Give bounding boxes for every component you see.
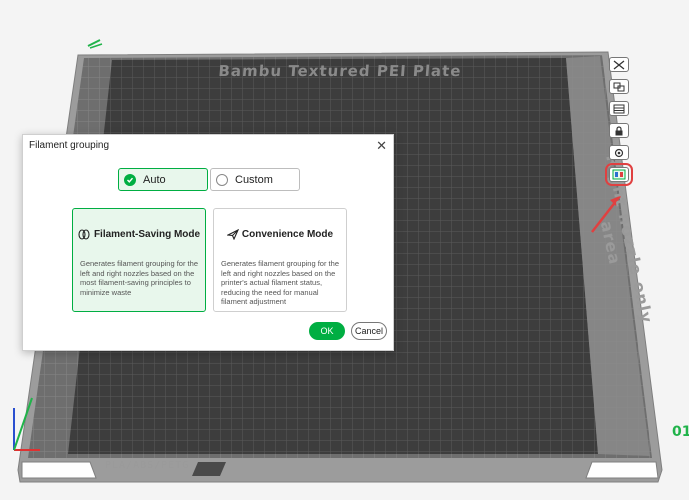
filament-grouping-dialog: Filament grouping ✕ Auto Custom Filament… [22,134,394,351]
lock-icon [615,125,623,135]
plate-toolbar [605,57,633,189]
ok-button[interactable]: OK [309,322,345,340]
filament-spool-icon [78,229,90,240]
auto-option-label: Auto [143,173,166,186]
radio-checked-icon [124,173,136,186]
gear-icon [614,148,624,157]
plate-material-label: PLA/ABS/PETG [105,460,190,471]
filament-saving-mode-header: Filament-Saving Mode [73,229,205,240]
convenience-mode-header: Convenience Mode [214,229,346,240]
convenience-mode-description: Generates filament grouping for the left… [221,259,339,306]
custom-option[interactable]: Custom [210,168,300,191]
auto-option[interactable]: Auto [118,168,208,191]
close-x-icon [613,59,625,70]
dialog-title: Filament grouping [29,140,110,151]
plate-title: Bambu Textured PEI Plate [217,62,463,80]
filament-saving-mode-title: Filament-Saving Mode [93,229,201,240]
paper-plane-icon [226,229,239,240]
plate-settings-button[interactable] [609,101,629,116]
convenience-mode-title: Convenience Mode [241,229,334,240]
3d-viewport[interactable]: Bambu Textured PEI Plate Right nozzle on… [0,0,689,500]
plate-gear-button[interactable] [609,145,629,160]
cancel-button[interactable]: Cancel [351,322,387,340]
close-plate-button[interactable] [609,57,629,72]
filament-grouping-icon [612,169,626,180]
filament-saving-mode-description: Generates filament grouping for the left… [80,259,198,297]
dialog-close-button[interactable]: ✕ [376,138,387,154]
convenience-mode-card[interactable]: Convenience Mode Generates filament grou… [213,208,347,312]
radio-unchecked-icon [216,173,228,186]
custom-option-label: Custom [235,173,273,186]
filament-saving-mode-card[interactable]: Filament-Saving Mode Generates filament … [72,208,206,312]
auto-arrange-icon [613,82,625,91]
plate-number: 01 [672,424,689,440]
filament-grouping-button[interactable] [605,163,633,186]
plate-settings-icon [613,104,625,113]
auto-arrange-button[interactable] [609,79,629,94]
lock-plate-button[interactable] [609,123,629,138]
